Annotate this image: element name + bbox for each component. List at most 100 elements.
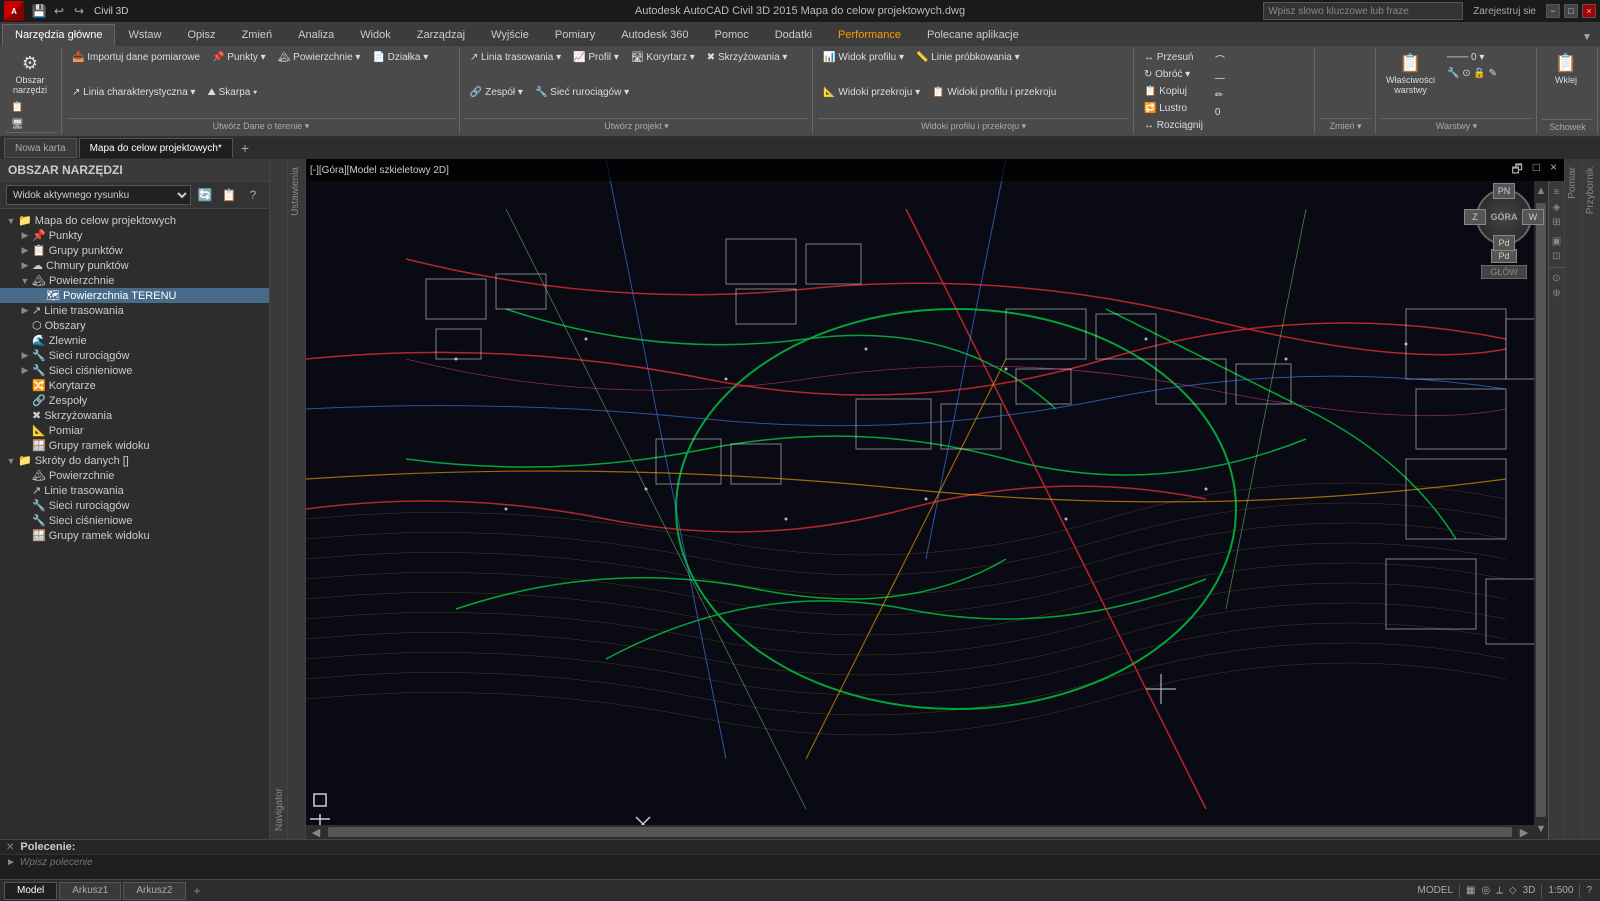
tab-nowa-karta[interactable]: Nowa karta [4,138,77,158]
navigator-label[interactable]: Navigator [272,159,287,839]
btn-obszar-narzedzi[interactable]: ⚙ Obszarnarzędzi [6,50,54,98]
compass-east[interactable]: W [1522,209,1544,225]
map-svg[interactable] [306,159,1564,839]
qat-undo[interactable]: ↩ [50,2,68,20]
scroll-v-thumb[interactable] [1536,203,1546,817]
status-help[interactable]: ? [1586,885,1592,896]
btn-widoki-prze[interactable]: 📐 Widoki przekroju ▾ [818,85,925,100]
btn-layer-icon[interactable]: 🔧 ⊙ 🔒 ✎ [1442,66,1532,81]
btn-punkty[interactable]: 📌 Punkty ▾ [207,50,271,65]
compass-south[interactable]: Pd [1493,235,1515,251]
tree-item-linie-tras[interactable]: ▶ ↗ Linie trasowania [0,303,269,318]
scroll-v-up[interactable]: ▲ [1534,181,1548,201]
minimize-btn[interactable]: − [1546,4,1560,18]
btn-palety-2[interactable]: 🖥 [6,117,29,132]
btn-number[interactable]: 0 [1210,105,1230,120]
cmd-input[interactable] [20,857,1594,868]
lp-btn-2[interactable]: 📋 [219,185,239,205]
maximize-btn[interactable]: □ [1564,4,1578,18]
tab-pomiary[interactable]: Pomiary [542,24,608,46]
btn-widoki-prof-prze[interactable]: 📋 Widoki profilu i przekroju [927,85,1061,100]
tab-analiza[interactable]: Analiza [285,24,347,46]
vc-maximize[interactable]: □ [1530,160,1543,181]
tab-wyjscie[interactable]: Wyjście [478,24,542,46]
tree-item-obszary[interactable]: ⬡ Obszary [0,318,269,333]
tree-item-grupy-punktow[interactable]: ▶ 📋 Grupy punktów [0,243,269,258]
register-link[interactable]: Zarejestruj sie [1467,6,1542,17]
tree-item-zlewnie[interactable]: 🌊 Zlewnie [0,333,269,348]
tree-item-zespoly[interactable]: 🔗 Zespoły [0,393,269,408]
scroll-v-down[interactable]: ▼ [1534,819,1548,839]
btn-przesun[interactable]: ↔ Przesuń [1139,50,1208,65]
tree-item-grupy-ramek[interactable]: 🪟 Grupy ramek widoku [0,438,269,453]
btn-siec-ruro[interactable]: 🔧 Sieć rurociągów ▾ [530,85,634,100]
przybornik-label[interactable]: Przybornik [1583,159,1600,222]
compass-west[interactable]: Z [1464,209,1486,225]
btn-obroc[interactable]: ↻ Obróć ▾ [1139,67,1208,82]
props-icon-2[interactable]: ◈ [1551,200,1563,215]
tab-mapa[interactable]: Mapa do celow projektowych* [79,138,233,158]
tab-polecane[interactable]: Polecane aplikacje [914,24,1032,46]
tree-item-skroty[interactable]: ▼ 📁 Skróty do danych [] [0,453,269,468]
props-icon-7[interactable]: ⊕ [1550,286,1562,301]
add-doc-tab[interactable]: + [235,140,255,156]
cmd-close-btn[interactable]: ✕ [6,842,14,853]
compass-north[interactable]: PN [1493,183,1515,199]
tree-item-korytarze[interactable]: 🔀 Korytarze [0,378,269,393]
props-icon-1[interactable]: ≡ [1552,185,1562,200]
view-selector[interactable]: Widok aktywnego rysunku [6,185,191,205]
status-polar[interactable]: ◇ [1509,885,1517,896]
ustawienia-label[interactable]: Ustawienia [288,159,305,224]
status-3d[interactable]: 3D [1523,885,1536,896]
btn-linia-char[interactable]: ↗ Linia charakterystyczna ▾ [67,85,200,100]
tab-opisz[interactable]: Opisz [174,24,228,46]
tree-item-chmury[interactable]: ▶ ☁ Chmury punktów [0,258,269,273]
btn-importuj[interactable]: 📥 Importuj dane pomiarowe [67,50,205,65]
search-box[interactable]: Wpisz slowo kluczowe lub fraze [1263,2,1463,20]
vc-close[interactable]: × [1547,160,1560,181]
tab-autodesk360[interactable]: Autodesk 360 [608,24,701,46]
lp-btn-help[interactable]: ? [243,185,263,205]
tree-item-pomiar[interactable]: 📐 Pomiar [0,423,269,438]
tree-item-sk-sieci[interactable]: 🔧 Sieci rurociągów [0,498,269,513]
tab-zarzadzaj[interactable]: Zarządzaj [404,24,478,46]
btn-skarpa[interactable]: ⛰ Skarpa ▾ [202,85,262,100]
tree-item-sieci-cisn[interactable]: ▶ 🔧 Sieci ciśnieniowe [0,363,269,378]
tab-zmien[interactable]: Zmień [229,24,286,46]
scroll-h-thumb[interactable] [328,827,1512,837]
tree-item-powierzchnia-terenu[interactable]: 🗺 Powierzchnia TERENU [0,288,269,303]
btn-lustro[interactable]: 🔁 Lustro [1139,101,1208,116]
tree-item-sk-grupy[interactable]: 🪟 Grupy ramek widoku [0,528,269,543]
btn-zespol[interactable]: 🔗 Zespół ▾ [465,85,528,100]
status-ortho[interactable]: ⟂ [1496,885,1503,896]
tree-item-sk-linie[interactable]: ↗ Linie trasowania [0,483,269,498]
btn-kopiuj[interactable]: 📋 Kopiuj [1139,84,1208,99]
tab-narzedzia[interactable]: Narzędzia główne [2,24,115,46]
tree-item-sieci-ruro[interactable]: ▶ 🔧 Sieci rurociągów [0,348,269,363]
ribbon-collapse-btn[interactable]: ▼ [1578,28,1596,46]
pomiar-label[interactable]: Pomiar [1565,159,1582,207]
tab-widok[interactable]: Widok [347,24,404,46]
btn-powierzchnie[interactable]: 🏔 Powierzchnie ▾ [273,50,366,65]
btn-skala[interactable]: ⤢ Skala [1139,135,1208,136]
btn-linie-probk[interactable]: 📏 Linie próbkowania ▾ [911,50,1025,65]
props-icon-3[interactable]: ⊞ [1550,215,1562,230]
tab-model[interactable]: Model [4,882,57,900]
tree-item-sk-powierzchnie[interactable]: 🏔 Powierzchnie [0,468,269,483]
scroll-h-left[interactable]: ◀ [306,825,326,839]
tree-item-root[interactable]: ▼ 📁 Mapa do celow projektowych [0,213,269,228]
btn-wklej[interactable]: 📋 Wklej [1542,50,1590,88]
tab-wstaw[interactable]: Wstaw [115,24,174,46]
qat-redo[interactable]: ↪ [70,2,88,20]
btn-linia-tras[interactable]: ↗ Linia trasowania ▾ [465,50,566,65]
tab-pomoc[interactable]: Pomoc [701,24,761,46]
props-icon-4[interactable]: ▣ [1550,234,1563,249]
scroll-v[interactable]: ▲ ▼ [1534,181,1548,839]
add-layout-tab[interactable]: + [188,884,207,898]
tree-item-sk-cisn[interactable]: 🔧 Sieci ciśnieniowe [0,513,269,528]
btn-wlasciwosci-warstwy[interactable]: 📋 Właściwościwarstwy [1381,50,1440,98]
btn-widok-profilu[interactable]: 📊 Widok profilu ▾ [818,50,909,65]
tab-arkusz2[interactable]: Arkusz2 [123,882,185,900]
btn-line[interactable]: — [1210,71,1230,86]
btn-korytarz[interactable]: 🛣 Koryrtarz ▾ [626,50,700,65]
